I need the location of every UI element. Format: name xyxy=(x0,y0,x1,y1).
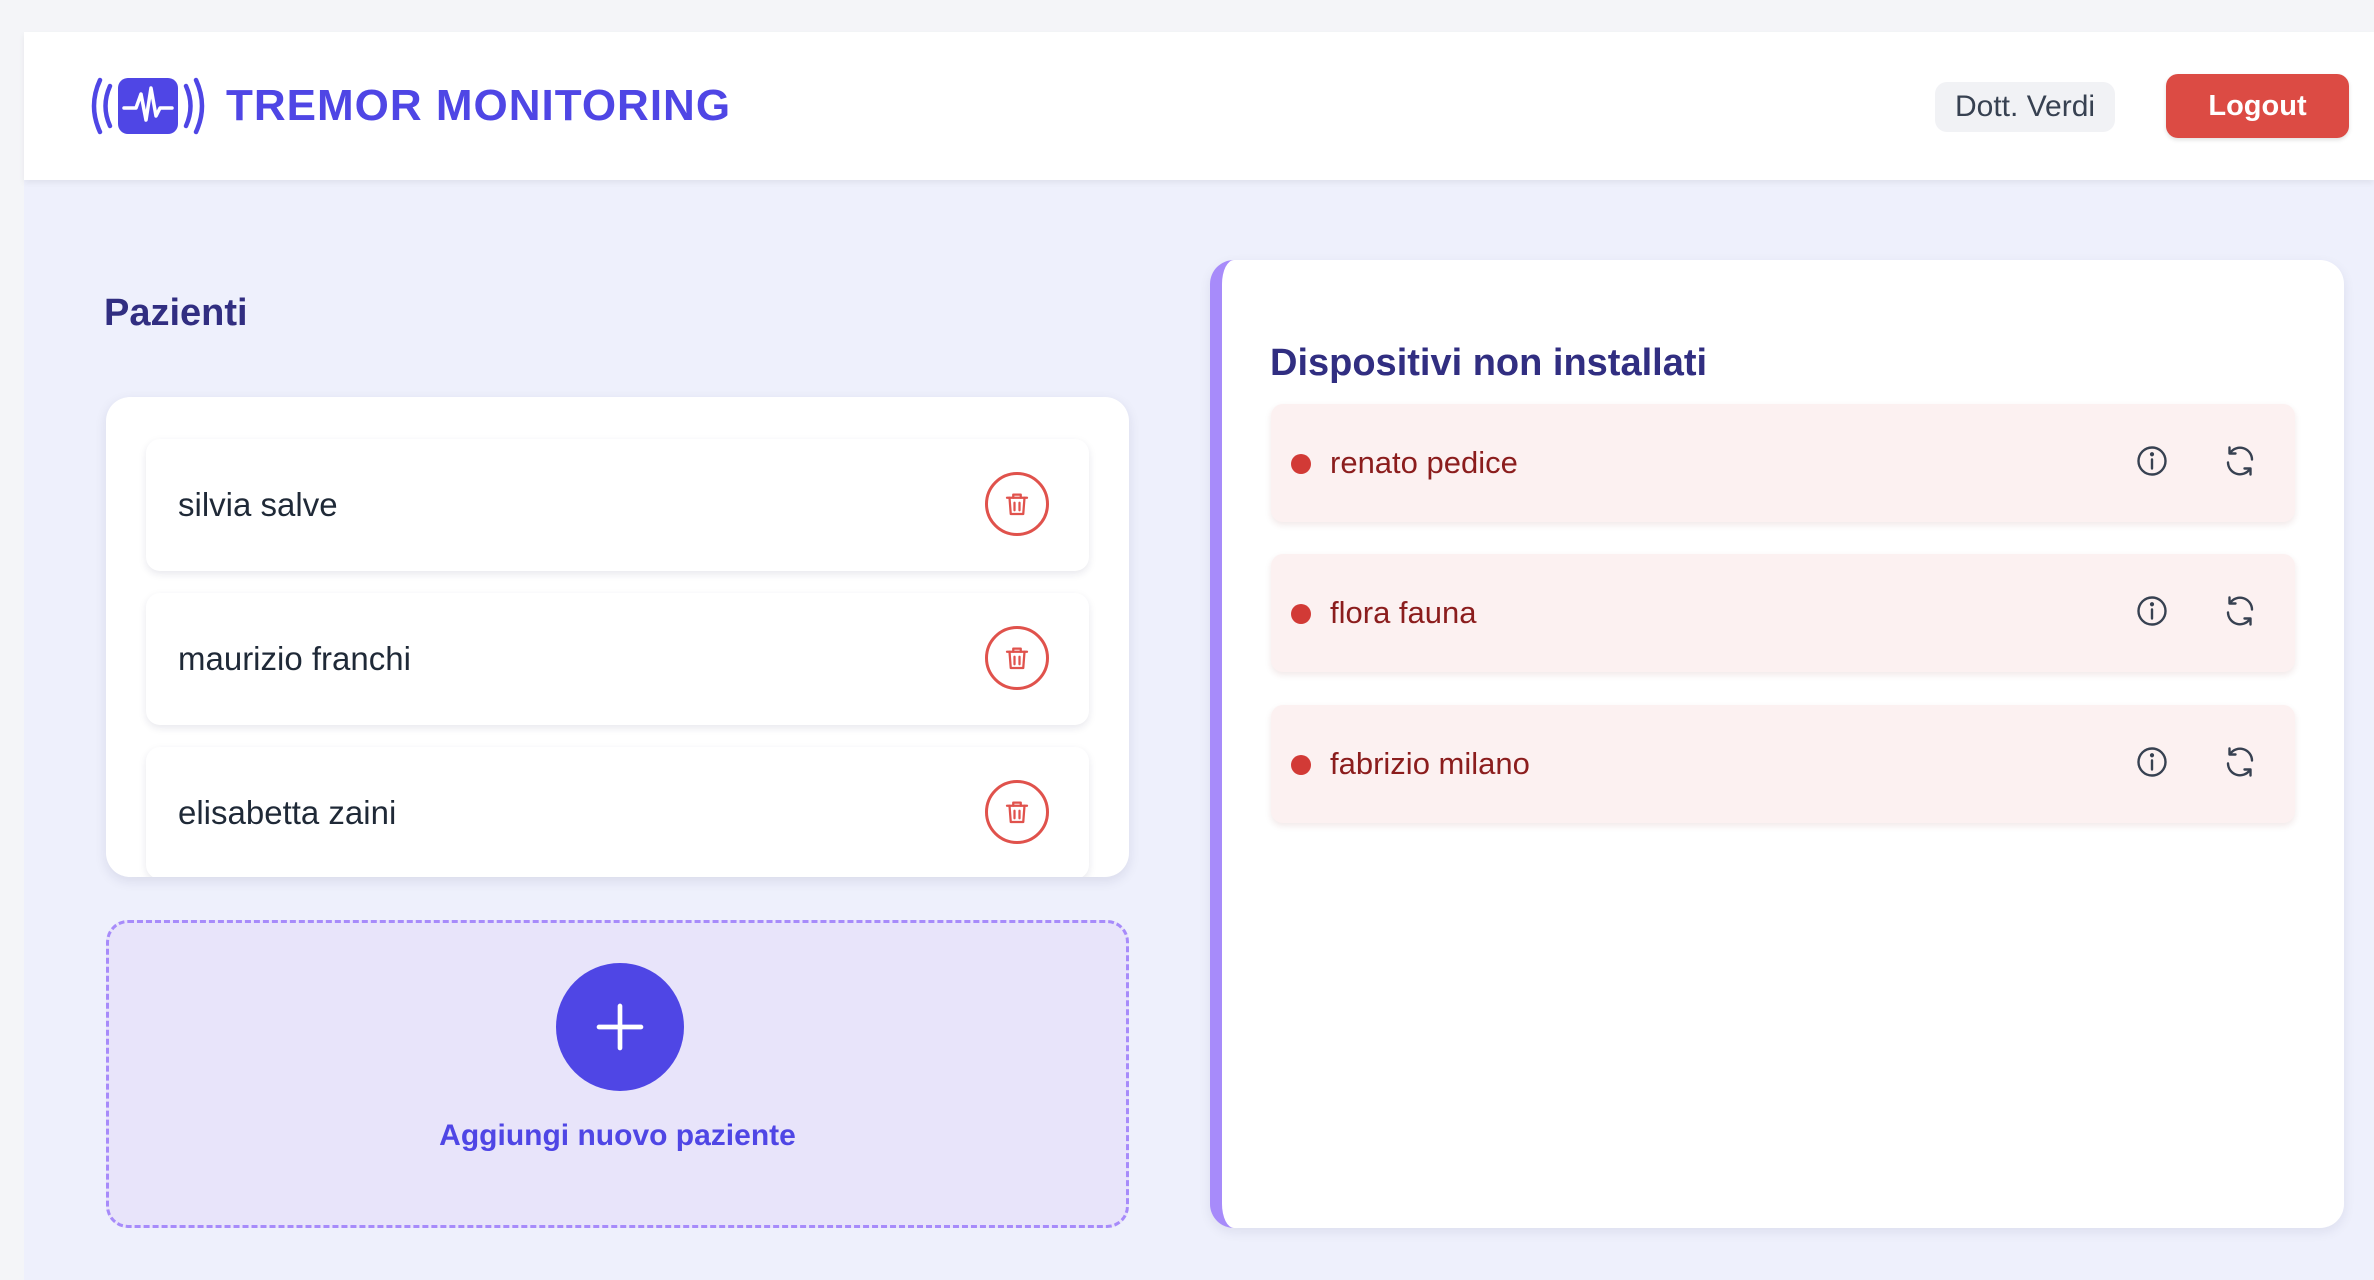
refresh-icon xyxy=(2226,446,2254,476)
status-dot xyxy=(1291,604,1311,624)
app-title: TREMOR MONITORING xyxy=(226,81,732,130)
device-refresh-button[interactable] xyxy=(2219,440,2261,482)
logout-button[interactable]: Logout xyxy=(2166,74,2349,138)
trash-icon xyxy=(1005,493,1029,516)
device-patient-name: renato pedice xyxy=(1330,445,1518,480)
device-patient-name: flora fauna xyxy=(1330,595,1477,630)
refresh-icon xyxy=(2226,596,2254,626)
status-dot xyxy=(1291,755,1311,775)
device-patient-name: fabrizio milano xyxy=(1330,746,1530,781)
device-row: flora fauna xyxy=(1271,554,2295,672)
patient-row[interactable]: elisabetta zaini xyxy=(146,747,1089,877)
device-row: fabrizio milano xyxy=(1271,705,2295,823)
info-icon xyxy=(2137,446,2167,476)
add-patient-button[interactable] xyxy=(556,963,684,1091)
status-dot xyxy=(1291,454,1311,474)
app-container: TREMOR MONITORING Dott. Verdi Logout Paz… xyxy=(24,32,2374,1280)
user-name-badge: Dott. Verdi xyxy=(1935,82,2116,132)
device-info-button[interactable] xyxy=(2131,590,2173,632)
device-refresh-button[interactable] xyxy=(2219,741,2261,783)
brand[interactable]: TREMOR MONITORING xyxy=(86,72,731,140)
patient-name: elisabetta zaini xyxy=(178,794,397,831)
patient-name: maurizio franchi xyxy=(178,640,411,677)
device-row: renato pedice xyxy=(1271,404,2295,522)
info-icon xyxy=(2137,747,2167,777)
device-info-button[interactable] xyxy=(2131,741,2173,783)
tremor-wave-icon xyxy=(91,77,205,135)
delete-patient-button[interactable] xyxy=(985,626,1049,690)
trash-icon xyxy=(1005,801,1029,824)
add-patient-card[interactable]: Aggiungi nuovo paziente xyxy=(106,920,1129,1228)
device-refresh-button[interactable] xyxy=(2219,590,2261,632)
top-header: TREMOR MONITORING Dott. Verdi Logout xyxy=(24,32,2374,180)
trash-icon xyxy=(1005,647,1029,670)
patient-row[interactable]: maurizio franchi xyxy=(146,593,1089,725)
patients-section-title: Pazienti xyxy=(104,292,248,334)
device-info-button[interactable] xyxy=(2131,440,2173,482)
delete-patient-button[interactable] xyxy=(985,780,1049,844)
delete-patient-button[interactable] xyxy=(985,472,1049,536)
add-patient-label: Aggiungi nuovo paziente xyxy=(439,1119,796,1152)
patients-list: silvia salve maurizio franchi elisabetta… xyxy=(106,397,1129,877)
refresh-icon xyxy=(2226,747,2254,777)
info-icon xyxy=(2137,596,2167,626)
patient-row[interactable]: silvia salve xyxy=(146,439,1089,571)
plus-icon xyxy=(596,1003,644,1051)
devices-section-title: Dispositivi non installati xyxy=(1270,342,1708,384)
patient-name: silvia salve xyxy=(178,486,338,523)
